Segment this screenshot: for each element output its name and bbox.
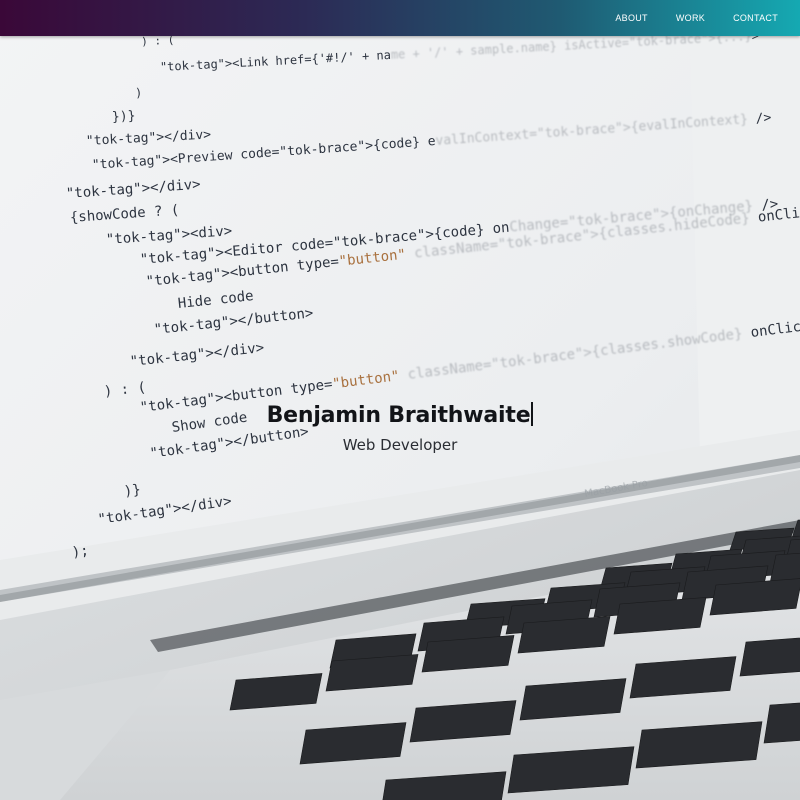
nav-link-about[interactable]: ABOUT — [601, 0, 662, 36]
code-line: "tok-tag"></div> — [96, 493, 233, 528]
code-line: Hide code — [177, 288, 255, 312]
page: MacBook Pro ) : ("tok-tag"><Link href={'… — [0, 0, 800, 800]
hero-role: Web Developer — [342, 436, 458, 454]
top-navbar: ABOUT WORK CONTACT — [0, 0, 800, 36]
hero-name-line: Benjamin Braithwaite — [0, 398, 800, 434]
code-line: "tok-tag"></div> — [85, 127, 212, 149]
code-line: )} — [122, 481, 142, 500]
code-line: ); — [70, 542, 90, 561]
nav-links: ABOUT WORK CONTACT — [601, 0, 800, 36]
code-line: })} — [111, 108, 136, 125]
nav-link-contact[interactable]: CONTACT — [719, 0, 800, 36]
code-line: ) : ( — [103, 379, 147, 400]
typing-cursor — [531, 402, 534, 426]
code-line: ) — [134, 85, 143, 100]
code-line: "tok-tag"><div> — [105, 223, 233, 248]
code-line: "tok-tag"></button> — [153, 305, 315, 338]
code-line: "tok-tag"></div> — [65, 176, 202, 202]
code-line: {showCode ? ( — [69, 202, 180, 226]
code-line: "tok-tag"></div> — [129, 339, 265, 370]
hero-text: Benjamin Braithwaite Web Developer — [0, 398, 800, 456]
hero-name: Benjamin Braithwaite — [266, 403, 531, 428]
nav-link-work[interactable]: WORK — [662, 0, 719, 36]
